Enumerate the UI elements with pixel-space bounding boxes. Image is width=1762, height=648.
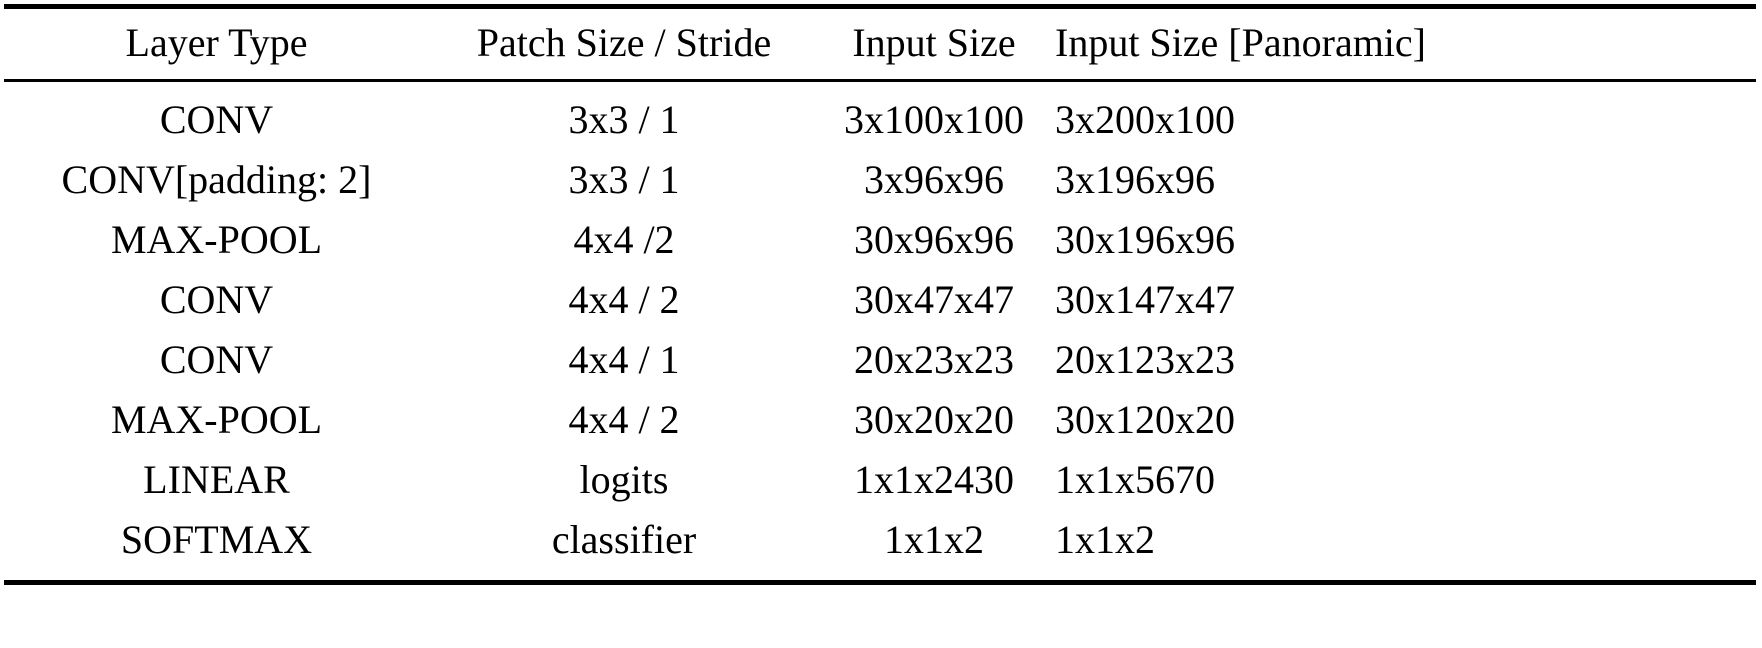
cell-input_size: 20x23x23: [854, 337, 1014, 382]
cell-input_size: 30x47x47: [854, 277, 1014, 322]
cell-layer_type: CONV: [159, 337, 274, 382]
cell-patch_stride: 3x3 / 1: [568, 97, 680, 142]
table-row: SOFTMAX classifier 1x1x2 1x1x2: [4, 510, 1756, 585]
cell-layer_type: SOFTMAX: [4, 510, 429, 585]
column-header-input-size-panoramic: Input Size [Panoramic]: [1049, 4, 1756, 82]
table-row: MAX-POOL 4x4 /2 30x96x96 30x196x96: [4, 210, 1756, 270]
cell-patch_stride: 3x3 / 1: [568, 157, 680, 202]
cell-input_size_panoramic: 3x200x100: [1055, 97, 1235, 142]
cell-layer_type: MAX-POOL: [110, 217, 323, 262]
cell-patch_stride: classifier: [429, 510, 819, 585]
architecture-table: Layer Type Patch Size / Stride Input Siz…: [4, 4, 1756, 585]
table-row: CONV[padding: 2] 3x3 / 1 3x96x96 3x196x96: [4, 150, 1756, 210]
cell-layer_type: CONV: [159, 277, 274, 322]
cell-input_size_panoramic: 1x1x2: [1049, 510, 1756, 585]
cell-input_size_panoramic: 30x120x20: [1055, 397, 1235, 442]
table-body: CONV 3x3 / 1 3x100x100 3x200x100 CONV[paddin…: [4, 81, 1756, 585]
cell-input_size: 3x96x96: [864, 157, 1004, 202]
cell-patch_stride: 4x4 / 2: [568, 397, 680, 442]
cell-layer_type: CONV: [159, 97, 274, 142]
cell-input_size: 30x96x96: [854, 217, 1014, 262]
cell-input_size_panoramic: 1x1x5670: [1055, 457, 1215, 502]
cell-input_size_panoramic: 3x196x96: [1055, 157, 1215, 202]
cell-patch_stride: 4x4 / 1: [568, 337, 680, 382]
table-row: LINEAR logits 1x1x2430 1x1x5670: [4, 450, 1756, 510]
cell-layer_type: CONV[padding: 2]: [61, 157, 372, 202]
cell-patch_stride: 4x4 / 2: [568, 277, 680, 322]
cell-input_size_panoramic: 30x196x96: [1055, 217, 1235, 262]
cell-patch_stride: 4x4 /2: [573, 217, 675, 262]
table-row: CONV 4x4 / 2 30x47x47 30x147x47: [4, 270, 1756, 330]
table-row: CONV 4x4 / 1 20x23x23 20x123x23: [4, 330, 1756, 390]
cell-input_size: 3x100x100: [844, 97, 1024, 142]
cell-input_size: 1x1x2: [819, 510, 1049, 585]
cell-patch_stride: logits: [579, 457, 669, 502]
cell-input_size_panoramic: 30x147x47: [1055, 277, 1235, 322]
cell-layer_type: LINEAR: [143, 457, 290, 502]
cell-input_size: 30x20x20: [854, 397, 1014, 442]
table-header: Layer Type Patch Size / Stride Input Siz…: [4, 4, 1756, 82]
column-header-input-size: Input Size: [819, 4, 1049, 82]
cell-layer_type: MAX-POOL: [110, 397, 323, 442]
cell-input_size: 1x1x2430: [854, 457, 1014, 502]
table-header-row: Layer Type Patch Size / Stride Input Siz…: [4, 4, 1756, 82]
architecture-table-figure: Layer Type Patch Size / Stride Input Siz…: [0, 0, 1762, 648]
table-row: MAX-POOL 4x4 / 2 30x20x20 30x120x20: [4, 390, 1756, 450]
cell-input_size_panoramic: 20x123x23: [1055, 337, 1235, 382]
table-row: CONV 3x3 / 1 3x100x100 3x200x100: [4, 81, 1756, 151]
column-header-layer-type: Layer Type: [4, 4, 429, 82]
column-header-patch-size-stride: Patch Size / Stride: [429, 4, 819, 82]
